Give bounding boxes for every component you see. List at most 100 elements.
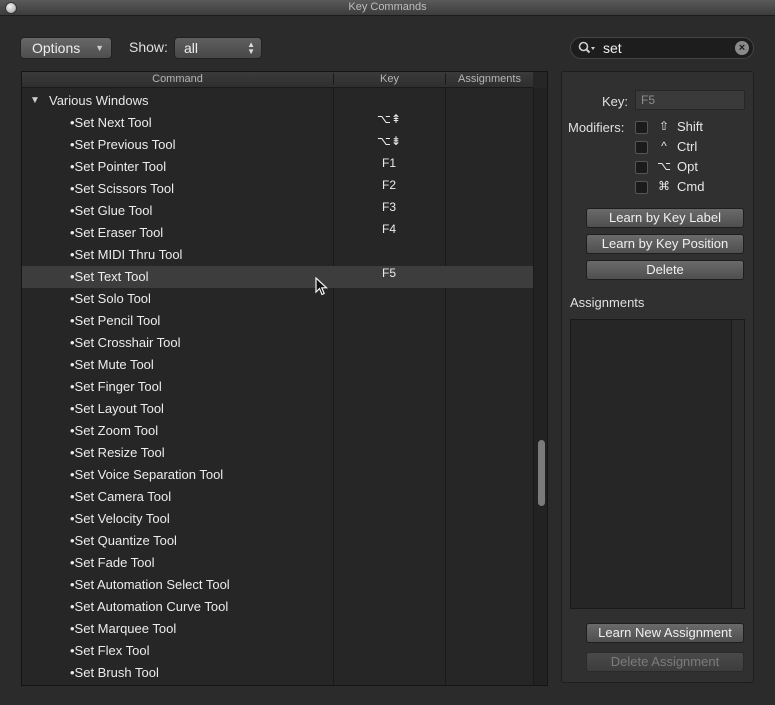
table-row[interactable]: •Set Text Tool F5 [22,266,533,288]
window-title: Key Commands [348,1,427,13]
shift-checkbox[interactable] [635,121,648,134]
stepper-arrows-icon: ▲ ▼ [247,40,255,56]
table-row[interactable]: •Set Mute Tool [22,354,533,376]
key-label: Key: [602,94,629,109]
command-name: •Set Solo Tool [70,291,151,306]
command-name: •Set Pointer Tool [70,159,167,174]
command-name: •Set Voice Separation Tool [70,467,224,482]
command-name: •Set Layout Tool [70,401,164,416]
show-filter-select[interactable]: all ▲ ▼ [174,37,262,59]
show-filter-value: all [184,40,199,56]
show-label: Show: [129,39,168,55]
table-row[interactable]: •Set Next Tool ⌥⇞ [22,112,533,134]
vertical-scrollbar[interactable] [533,88,547,685]
command-name: •Set Quantize Tool [70,533,177,548]
command-name: •Set Previous Tool [70,137,176,152]
table-row[interactable]: •Set Pencil Tool [22,310,533,332]
table-row[interactable]: •Set Scissors Tool F2 [22,178,533,200]
table-row[interactable]: •Set MIDI Thru Tool [22,244,533,266]
assignments-scrollbar[interactable] [731,320,744,608]
options-menu-button[interactable]: Options ▼ [20,37,112,59]
key-binding: F1 [381,156,396,170]
column-assignments[interactable]: Assignments [445,73,533,85]
clear-search-icon[interactable]: × [735,41,749,55]
key-binding: F4 [381,222,396,236]
table-row[interactable]: •Set Previous Tool ⌥⇟ [22,134,533,156]
table-row[interactable]: •Set Zoom Tool [22,420,533,442]
delete-button[interactable]: Delete [586,260,744,280]
table-row[interactable]: •Set Automation Select Tool [22,574,533,596]
learn-new-assignment-button[interactable]: Learn New Assignment [586,623,744,643]
table-row[interactable]: •Set Pointer Tool F1 [22,156,533,178]
column-header: Command Key Assignments [22,72,533,88]
table-row[interactable]: •Set Resize Tool [22,442,533,464]
table-row[interactable]: •Set Eraser Tool F4 [22,222,533,244]
table-row[interactable]: •Set Crosshair Tool [22,332,533,354]
options-label: Options [32,40,81,56]
command-name: •Set Mute Tool [70,357,154,372]
opt-label: Opt [677,159,698,174]
opt-checkbox[interactable] [635,161,648,174]
shift-label: Shift [677,119,704,134]
cmd-label: Cmd [677,179,705,194]
command-name: •Set Camera Tool [70,489,172,504]
search-field[interactable]: set × [570,37,754,59]
learn-by-key-position-button[interactable]: Learn by Key Position [586,234,744,254]
table-row[interactable]: •Set Marquee Tool [22,618,533,640]
command-name: •Set Finger Tool [70,379,162,394]
group-row[interactable]: ▼ Various Windows [22,90,533,112]
command-icon: ⌘ [658,179,670,193]
ctrl-checkbox[interactable] [635,141,648,154]
key-binding: ⌥⇟ [377,134,401,148]
command-name: •Set Automation Curve Tool [70,599,229,614]
table-row[interactable]: •Set Velocity Tool [22,508,533,530]
table-row[interactable]: •Set Automation Curve Tool [22,596,533,618]
key-binding: ⌥⇞ [377,112,401,126]
column-key[interactable]: Key [333,73,445,85]
key-binding: F2 [381,178,396,192]
command-name: •Set Eraser Tool [70,225,164,240]
disclosure-triangle-icon[interactable]: ▼ [30,90,40,112]
command-list: Command Key Assignments ▼ Various Window… [21,71,548,686]
command-name: •Set Velocity Tool [70,511,170,526]
table-row[interactable]: •Set Flex Tool [22,640,533,662]
table-row[interactable]: •Set Quantize Tool [22,530,533,552]
cmd-checkbox[interactable] [635,181,648,194]
group-name: Various Windows [49,93,149,108]
table-row[interactable]: •Set Glue Tool F3 [22,200,533,222]
modifiers-label: Modifiers: [568,120,625,135]
command-name: •Set Next Tool [70,115,152,130]
table-row[interactable]: •Set Camera Tool [22,486,533,508]
table-row[interactable]: •Set Finger Tool [22,376,533,398]
search-icon[interactable] [578,41,596,55]
command-rows: ▼ Various Windows •Set Next Tool ⌥⇞ •Set P… [22,90,533,684]
key-field: F5 [635,90,745,110]
command-name: •Set Automation Select Tool [70,577,230,592]
table-row[interactable]: •Set Solo Tool [22,288,533,310]
command-name: •Set Scissors Tool [70,181,175,196]
table-row[interactable]: •Set Fade Tool [22,552,533,574]
delete-assignment-button[interactable]: Delete Assignment [586,652,744,672]
command-name: •Set Resize Tool [70,445,165,460]
table-row[interactable]: •Set Layout Tool [22,398,533,420]
command-name: •Set Flex Tool [70,643,150,658]
title-bar: Key Commands [0,0,775,16]
table-row[interactable]: •Set Brush Tool [22,662,533,684]
toolbar: Options ▼ Show: all ▲ ▼ set × [0,16,775,70]
ctrl-label: Ctrl [677,139,698,154]
learn-by-key-label-button[interactable]: Learn by Key Label [586,208,744,228]
command-name: •Set Glue Tool [70,203,153,218]
assignments-list[interactable] [570,319,745,609]
command-name: •Set Crosshair Tool [70,335,181,350]
command-name: •Set Marquee Tool [70,621,177,636]
shift-icon: ⇧ [658,119,670,133]
scrollbar-thumb[interactable] [538,440,545,506]
table-row[interactable]: •Set Voice Separation Tool [22,464,533,486]
mouse-cursor-icon [315,277,329,296]
search-input[interactable]: set [603,40,622,56]
ctrl-icon: ^ [661,139,667,153]
command-name: •Set Brush Tool [70,665,159,680]
key-binding: F5 [381,266,396,280]
column-command[interactable]: Command [22,73,333,85]
command-name: •Set Zoom Tool [70,423,159,438]
